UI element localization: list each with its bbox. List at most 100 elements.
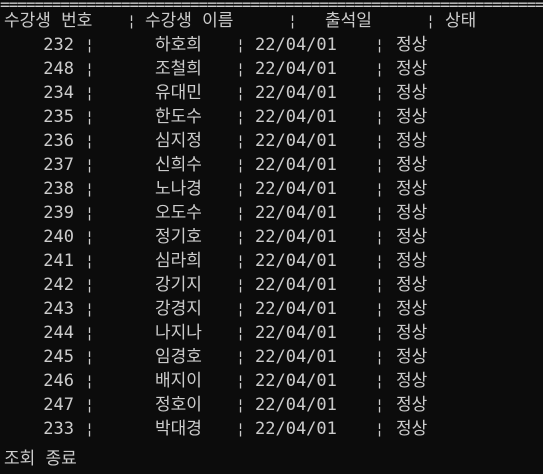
student-name: 정호이 (155, 395, 202, 415)
table-row: 232 ¦ 하호희 ¦ 22/04/01 ¦ 정상 (0, 33, 543, 57)
column-separator: ¦ (375, 60, 385, 78)
column-separator: ¦ (236, 204, 246, 222)
column-separator: ¦ (236, 132, 246, 150)
student-name: 박대경 (155, 419, 202, 439)
table-header: 수강생 번호 ¦ 수강생 이름 ¦ 출석일 ¦ 상태 (0, 9, 543, 33)
table-row: 243 ¦ 강경지 ¦ 22/04/01 ¦ 정상 (0, 297, 543, 321)
table-row: 241 ¦ 심라희 ¦ 22/04/01 ¦ 정상 (0, 249, 543, 273)
attendance-date: 22/04/01 (255, 203, 337, 223)
student-id: 244 (43, 323, 74, 343)
column-separator: ¦ (375, 252, 385, 270)
column-separator: ¦ (375, 36, 385, 54)
column-separator: ¦ (375, 276, 385, 294)
student-name: 강경지 (155, 299, 202, 319)
attendance-date: 22/04/01 (255, 323, 337, 343)
column-separator: ¦ (85, 180, 95, 198)
column-separator: ¦ (375, 228, 385, 246)
student-name: 배지이 (155, 371, 202, 391)
column-separator: ¦ (85, 108, 95, 126)
column-separator: ¦ (375, 156, 385, 174)
column-separator: ¦ (236, 36, 246, 54)
student-id: 239 (43, 203, 74, 223)
column-separator: ¦ (375, 348, 385, 366)
column-separator: ¦ (375, 372, 385, 390)
student-id: 234 (43, 83, 74, 103)
attendance-status: 정상 (396, 299, 428, 319)
column-separator: ¦ (85, 132, 95, 150)
attendance-status: 정상 (396, 371, 428, 391)
attendance-status: 정상 (396, 35, 428, 55)
attendance-date: 22/04/01 (255, 251, 337, 271)
table-row: 234 ¦ 유대민 ¦ 22/04/01 ¦ 정상 (0, 81, 543, 105)
attendance-date: 22/04/01 (255, 347, 337, 367)
column-separator: ¦ (85, 348, 95, 366)
column-separator: ¦ (236, 60, 246, 78)
column-separator: ¦ (375, 180, 385, 198)
column-separator: ¦ (288, 12, 298, 30)
attendance-date: 22/04/01 (255, 131, 337, 151)
attendance-date: 22/04/01 (255, 155, 337, 175)
student-id: 232 (43, 35, 74, 55)
table-row: 235 ¦ 한도수 ¦ 22/04/01 ¦ 정상 (0, 105, 543, 129)
student-id: 235 (43, 107, 74, 127)
column-separator: ¦ (375, 204, 385, 222)
column-separator: ¦ (85, 204, 95, 222)
column-separator: ¦ (85, 276, 95, 294)
column-separator: ¦ (236, 396, 246, 414)
attendance-status: 정상 (396, 323, 428, 343)
student-name: 유대민 (155, 83, 202, 103)
student-name: 오도수 (155, 203, 202, 223)
student-name: 임경호 (155, 347, 202, 367)
column-separator: ¦ (375, 420, 385, 438)
table-row: 245 ¦ 임경호 ¦ 22/04/01 ¦ 정상 (0, 345, 543, 369)
attendance-status: 정상 (396, 131, 428, 151)
student-id: 238 (43, 179, 74, 199)
table-row: 239 ¦ 오도수 ¦ 22/04/01 ¦ 정상 (0, 201, 543, 225)
column-separator: ¦ (375, 108, 385, 126)
student-name: 나지나 (155, 323, 202, 343)
attendance-date: 22/04/01 (255, 59, 337, 79)
student-name: 하호희 (155, 35, 202, 55)
attendance-date: 22/04/01 (255, 227, 337, 247)
student-name: 조철희 (155, 59, 202, 79)
student-id: 247 (43, 395, 74, 415)
console-output: ========================================… (0, 0, 543, 474)
column-separator: ¦ (127, 12, 137, 30)
column-separator: ¦ (85, 324, 95, 342)
attendance-date: 22/04/01 (255, 179, 337, 199)
attendance-status: 정상 (396, 155, 428, 175)
student-id: 241 (43, 251, 74, 271)
attendance-date: 22/04/01 (255, 275, 337, 295)
attendance-status: 정상 (396, 227, 428, 247)
student-id: 243 (43, 299, 74, 319)
column-separator: ¦ (236, 228, 246, 246)
column-separator: ¦ (85, 228, 95, 246)
attendance-status: 정상 (396, 275, 428, 295)
student-id: 233 (43, 419, 74, 439)
attendance-date: 22/04/01 (255, 419, 337, 439)
table-row: 244 ¦ 나지나 ¦ 22/04/01 ¦ 정상 (0, 321, 543, 345)
end-message: 조회 종료 (4, 449, 77, 469)
attendance-status: 정상 (396, 419, 428, 439)
student-id: 246 (43, 371, 74, 391)
attendance-date: 22/04/01 (255, 395, 337, 415)
attendance-date: 22/04/01 (255, 371, 337, 391)
attendance-status: 정상 (396, 347, 428, 367)
column-header-id: 수강생 번호 (4, 11, 93, 31)
table-row: 242 ¦ 강기지 ¦ 22/04/01 ¦ 정상 (0, 273, 543, 297)
student-name: 심지정 (155, 131, 202, 151)
column-separator: ¦ (85, 420, 95, 438)
column-separator: ¦ (426, 12, 436, 30)
attendance-status: 정상 (396, 179, 428, 199)
student-id: 245 (43, 347, 74, 367)
attendance-status: 정상 (396, 107, 428, 127)
student-id: 236 (43, 131, 74, 151)
table-row: 233 ¦ 박대경 ¦ 22/04/01 ¦ 정상 (0, 417, 543, 441)
column-separator: ¦ (85, 84, 95, 102)
attendance-status: 정상 (396, 59, 428, 79)
student-name: 정기호 (155, 227, 202, 247)
student-id: 240 (43, 227, 74, 247)
table-row: 240 ¦ 정기호 ¦ 22/04/01 ¦ 정상 (0, 225, 543, 249)
attendance-date: 22/04/01 (255, 107, 337, 127)
table-row: 247 ¦ 정호이 ¦ 22/04/01 ¦ 정상 (0, 393, 543, 417)
